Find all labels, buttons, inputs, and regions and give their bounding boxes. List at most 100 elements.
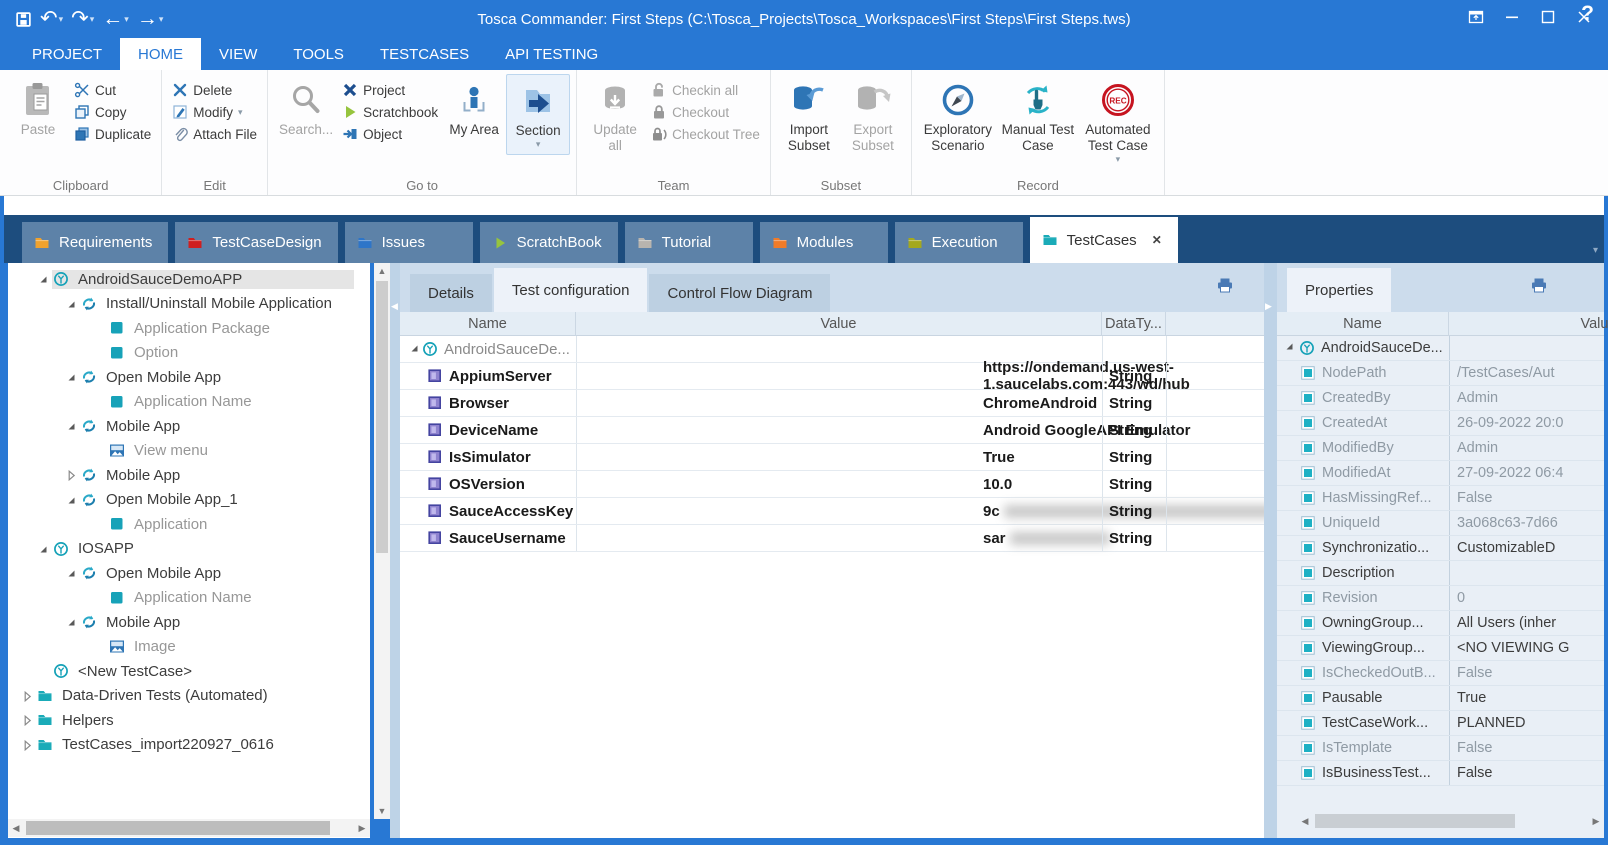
- collapse-icon[interactable]: [62, 566, 80, 580]
- workspace-tab-testcases[interactable]: TestCases✕: [1030, 217, 1178, 263]
- collapse-icon[interactable]: [34, 272, 52, 286]
- tree-vscroll-thumb[interactable]: [376, 281, 388, 553]
- column-header-value[interactable]: Value: [1449, 312, 1608, 336]
- tree-item-data-driven-tests-automated[interactable]: Data-Driven Tests (Automated): [8, 684, 354, 709]
- left-splitter[interactable]: ◀: [390, 263, 400, 838]
- checkout-button[interactable]: Checkout: [647, 102, 764, 122]
- workspace-tab-modules[interactable]: Modules: [760, 222, 888, 263]
- property-row-uniqueid[interactable]: UniqueId3a068c63-7d66: [1277, 511, 1604, 536]
- collapse-right-icon[interactable]: ▶: [1265, 301, 1272, 312]
- expand-icon[interactable]: [18, 713, 36, 727]
- menu-tab-home[interactable]: HOME: [120, 38, 201, 70]
- expand-icon[interactable]: [62, 468, 80, 482]
- scroll-left-icon[interactable]: ◀: [1297, 812, 1313, 830]
- property-row-createdat[interactable]: CreatedAt26-09-2022 20:0: [1277, 411, 1604, 436]
- delete-button[interactable]: Delete: [168, 80, 261, 100]
- tree-item-application-name[interactable]: Application Name: [8, 586, 354, 611]
- collapse-left-icon[interactable]: ◀: [391, 301, 398, 312]
- property-row-testcasework[interactable]: TestCaseWork...PLANNED: [1277, 711, 1604, 736]
- modify-button[interactable]: Modify▾: [168, 102, 261, 122]
- collapse-icon[interactable]: [62, 615, 80, 629]
- workspace-tab-issues[interactable]: Issues: [345, 222, 473, 263]
- menu-tab-testcases[interactable]: TESTCASES: [362, 38, 487, 70]
- my-area-button[interactable]: My Area: [442, 74, 506, 142]
- config-row-devicename[interactable]: DeviceNameAndroid GoogleAPI EmulatorStri…: [400, 417, 1264, 444]
- property-row-revision[interactable]: Revision0: [1277, 586, 1604, 611]
- print-button[interactable]: [1216, 276, 1234, 297]
- tree-item-application[interactable]: Application: [8, 512, 354, 537]
- tree-item-new-testcase[interactable]: <New TestCase>: [8, 659, 354, 684]
- exploratory-scenario-button[interactable]: Exploratory Scenario: [918, 74, 998, 158]
- property-row-modifiedat[interactable]: ModifiedAt27-09-2022 06:4: [1277, 461, 1604, 486]
- tab-properties[interactable]: Properties: [1287, 268, 1391, 312]
- tree-item-application-package[interactable]: Application Package: [8, 316, 354, 341]
- right-splitter[interactable]: ▶: [1264, 263, 1277, 838]
- config-row-osversion[interactable]: OSVersion10.0String: [400, 471, 1264, 498]
- attach-file-button[interactable]: Attach File: [168, 124, 261, 144]
- tree-item-mobile-app[interactable]: Mobile App: [8, 414, 354, 439]
- tabstrip-overflow-caret-icon[interactable]: ▾: [1593, 245, 1598, 256]
- tree-item-mobile-app[interactable]: Mobile App: [8, 610, 354, 635]
- menu-tab-tools[interactable]: TOOLS: [275, 38, 362, 70]
- properties-hscroll-thumb[interactable]: [1315, 814, 1515, 828]
- copy-button[interactable]: Copy: [70, 102, 155, 122]
- tab-test-configuration[interactable]: Test configuration: [494, 268, 648, 312]
- property-row-hasmissingref[interactable]: HasMissingRef...False: [1277, 486, 1604, 511]
- property-row-istemplate[interactable]: IsTemplateFalse: [1277, 736, 1604, 761]
- print-button[interactable]: [1530, 276, 1548, 297]
- duplicate-button[interactable]: Duplicate: [70, 124, 155, 144]
- config-row-sauceusername[interactable]: SauceUsernamesarString: [400, 525, 1264, 552]
- collapse-icon[interactable]: [62, 370, 80, 384]
- property-row-owninggroup[interactable]: OwningGroup...All Users (inher: [1277, 611, 1604, 636]
- property-row-pausable[interactable]: PausableTrue: [1277, 686, 1604, 711]
- workspace-tab-execution[interactable]: Execution: [895, 222, 1023, 263]
- scroll-right-icon[interactable]: ▶: [1588, 812, 1604, 830]
- collapse-icon[interactable]: [1283, 340, 1299, 356]
- paste-button[interactable]: Paste: [6, 74, 70, 142]
- tree-item-iosapp[interactable]: IOSAPP: [8, 537, 354, 562]
- minimize-button[interactable]: [1494, 4, 1530, 30]
- tree-item-image[interactable]: Image: [8, 635, 354, 660]
- property-row-description[interactable]: Description: [1277, 561, 1604, 586]
- scroll-left-icon[interactable]: ◀: [8, 819, 24, 837]
- manual-test-case-button[interactable]: Manual Test Case: [998, 74, 1078, 158]
- search-button[interactable]: Search...: [274, 74, 338, 142]
- tree-item-open-mobile-app[interactable]: Open Mobile App: [8, 561, 354, 586]
- save-button[interactable]: [12, 9, 35, 30]
- checkin-all-button[interactable]: Checkin all: [647, 80, 764, 100]
- export-subset-button[interactable]: Export Subset: [841, 74, 905, 158]
- scratchbook-button[interactable]: Scratchbook: [338, 102, 442, 122]
- tree-item-install-uninstall-mobile-application[interactable]: Install/Uninstall Mobile Application: [8, 292, 354, 317]
- expand-icon[interactable]: [18, 738, 36, 752]
- close-tab-icon[interactable]: ✕: [1152, 233, 1162, 247]
- maximize-button[interactable]: [1530, 4, 1566, 30]
- property-row-synchronizatio[interactable]: Synchronizatio...CustomizableD: [1277, 536, 1604, 561]
- property-row-createdby[interactable]: CreatedByAdmin: [1277, 386, 1604, 411]
- redo-button[interactable]: ↷▾: [68, 7, 97, 31]
- properties-horizontal-scrollbar[interactable]: ◀ ▶: [1297, 812, 1604, 830]
- column-header-datatype[interactable]: DataTy...: [1102, 312, 1166, 336]
- workspace-tab-requirements[interactable]: Requirements: [22, 222, 168, 263]
- column-header-name[interactable]: Name: [1277, 312, 1449, 336]
- tab-control-flow-diagram[interactable]: Control Flow Diagram: [649, 274, 830, 312]
- tree-item-testcases-import220927-0616[interactable]: TestCases_import220927_0616: [8, 733, 354, 758]
- collapse-icon[interactable]: [62, 419, 80, 433]
- config-row-sauceaccesskey[interactable]: SauceAccessKey9cString: [400, 498, 1264, 525]
- workspace-tab-tutorial[interactable]: Tutorial: [625, 222, 753, 263]
- forward-button[interactable]: →▾: [134, 7, 167, 31]
- property-row-ischeckedoutb[interactable]: IsCheckedOutB...False: [1277, 661, 1604, 686]
- property-row-viewinggroup[interactable]: ViewingGroup...<NO VIEWING G: [1277, 636, 1604, 661]
- tree-horizontal-scrollbar[interactable]: ◀ ▶: [8, 819, 370, 837]
- tree-item-mobile-app[interactable]: Mobile App: [8, 463, 354, 488]
- column-header-name[interactable]: Name: [400, 312, 576, 336]
- automated-test-case-button[interactable]: RECAutomated Test Case▾: [1078, 74, 1158, 169]
- scroll-up-icon[interactable]: ▲: [374, 263, 390, 279]
- menu-tab-api-testing[interactable]: API TESTING: [487, 38, 616, 70]
- update-all-button[interactable]: Update all: [583, 74, 647, 158]
- back-button[interactable]: ←▾: [99, 7, 132, 31]
- menu-tab-view[interactable]: VIEW: [201, 38, 275, 70]
- section-button[interactable]: Section▾: [506, 74, 570, 155]
- tree-vertical-scrollbar[interactable]: ▲ ▼: [374, 263, 390, 819]
- collapse-icon[interactable]: [34, 542, 52, 556]
- undo-button[interactable]: ↶▾: [37, 7, 66, 31]
